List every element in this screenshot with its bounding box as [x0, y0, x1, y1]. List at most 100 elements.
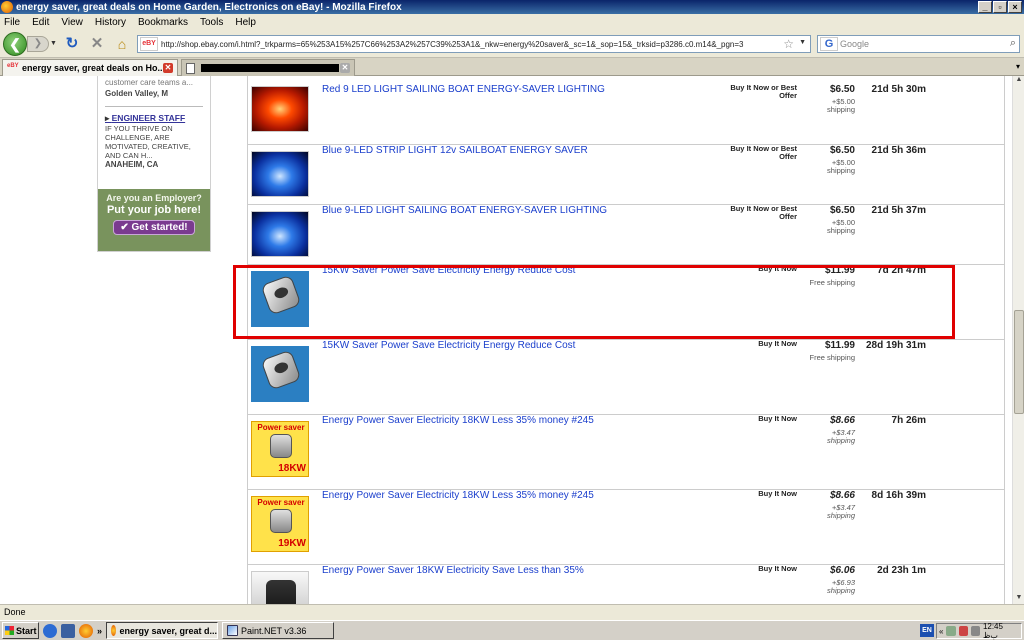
tab-label: energy saver, great deals on Ho...	[22, 63, 166, 73]
tab-ebay[interactable]: eBY energy saver, great deals on Ho... ✕	[2, 59, 178, 76]
listing-price: $6.50	[829, 84, 855, 95]
job-link[interactable]: ENGINEER STAFF	[98, 113, 210, 124]
tab-list-icon[interactable]: ▾	[1016, 62, 1020, 71]
page-icon	[186, 62, 195, 74]
listing-row[interactable]: Power saver 19KW Energy Power Saver Electr…	[247, 489, 1004, 564]
tab-strip: eBY energy saver, great deals on Ho... ✕…	[0, 58, 1024, 76]
search-icon[interactable]: ⌕	[1010, 37, 1016, 50]
listing-thumbnail[interactable]	[251, 346, 309, 402]
thumb-caption: Power saver	[257, 498, 305, 507]
paintnet-icon	[227, 625, 239, 636]
listing-thumbnail[interactable]: Power saver 18KW	[251, 421, 309, 477]
close-button[interactable]: ×	[1008, 1, 1022, 13]
listing-title[interactable]: Red 9 LED LIGHT SAILING BOAT ENERGY-SAVE…	[322, 84, 702, 95]
language-indicator[interactable]: EN	[920, 624, 934, 637]
listing-row[interactable]: 15KW Saver Power Save Electricity Energy…	[247, 339, 1004, 414]
tab-redacted[interactable]: ✕	[181, 59, 355, 76]
status-bar: Done	[0, 604, 1024, 620]
menu-history[interactable]: History	[95, 17, 126, 28]
url-bar[interactable]: eBY http://shop.ebay.com/i.html?_trkparm…	[137, 35, 811, 53]
vertical-scrollbar[interactable]: ▲ ▼	[1012, 76, 1024, 604]
url-text[interactable]: http://shop.ebay.com/i.html?_trkparms=65…	[161, 40, 781, 49]
scrollbar-thumb[interactable]	[1014, 310, 1024, 414]
listing-title[interactable]: Energy Power Saver 18KW Electricity Save…	[322, 565, 702, 576]
menu-tools[interactable]: Tools	[200, 17, 223, 28]
bookmark-star-icon[interactable]: ☆	[783, 37, 794, 51]
history-dropdown-icon[interactable]: ▼	[50, 40, 58, 48]
url-dropdown-icon[interactable]: ▼	[799, 39, 806, 46]
reload-icon[interactable]: ↻	[64, 36, 80, 52]
search-input[interactable]: Google	[840, 39, 869, 49]
listing-price: $6.06	[829, 565, 855, 576]
volume-icon[interactable]	[970, 626, 980, 636]
power-saver-device-icon	[270, 434, 292, 458]
employer-headline: Put your job here!	[106, 204, 202, 216]
window-titlebar: energy saver, great deals on Home Garden…	[0, 0, 1024, 14]
listing-format: Buy It Now	[758, 339, 797, 348]
redacted-tab-label	[201, 64, 339, 72]
tray-expand-icon[interactable]: «	[939, 627, 943, 636]
start-button[interactable]: Start	[2, 622, 39, 639]
employer-ad[interactable]: Are you an Employer? Put your job here! …	[98, 189, 210, 251]
jobs-sidebar: customer care teams a... Golden Valley, …	[97, 76, 211, 252]
network-icon[interactable]	[946, 626, 956, 636]
back-button[interactable]: ❮	[3, 32, 27, 56]
listing-title[interactable]: Blue 9-LED LIGHT SAILING BOAT ENERGY-SAV…	[322, 205, 702, 216]
site-identity-icon[interactable]: eBY	[140, 37, 158, 51]
forward-button[interactable]: ❯	[27, 36, 49, 52]
window-title: energy saver, great deals on Home Garden…	[16, 1, 402, 13]
listing-thumbnail[interactable]: Power saver 19KW	[251, 496, 309, 552]
listing-title[interactable]: 15KW Saver Power Save Electricity Energy…	[322, 340, 702, 351]
divider	[105, 106, 203, 107]
search-engine-icon[interactable]: G	[820, 37, 838, 51]
listing-row[interactable]: Energy Power Saver 18KW Electricity Save…	[247, 564, 1004, 604]
firefox-icon	[1, 1, 13, 13]
listing-title[interactable]: Energy Power Saver Electricity 18KW Less…	[322, 490, 702, 501]
listing-title[interactable]: Blue 9-LED STRIP LIGHT 12v SAILBOAT ENER…	[322, 145, 702, 156]
listing-row[interactable]: Red 9 LED LIGHT SAILING BOAT ENERGY-SAVE…	[247, 84, 1004, 144]
listing-row[interactable]: Blue 9-LED LIGHT SAILING BOAT ENERGY-SAV…	[247, 204, 1004, 264]
get-started-button[interactable]: ✔ Get started!	[113, 220, 195, 235]
taskbar-firefox[interactable]: energy saver, great d...	[106, 622, 219, 639]
clock[interactable]: 12:45 ﺏﻅ	[983, 622, 1021, 640]
listing-thumbnail[interactable]	[251, 86, 309, 132]
windows-taskbar: Start » energy saver, great d... Paint.N…	[0, 620, 1024, 640]
listing-row[interactable]: Blue 9-LED STRIP LIGHT 12v SAILBOAT ENER…	[247, 144, 1004, 204]
stop-icon[interactable]: ✕	[89, 36, 105, 52]
minimize-button[interactable]: _	[978, 1, 992, 13]
firefox-quicklaunch-icon[interactable]	[79, 623, 93, 638]
quicklaunch-chevron-icon[interactable]: »	[97, 626, 102, 636]
listing-row[interactable]: Power saver 18KW Energy Power Saver Electr…	[247, 414, 1004, 489]
listing-thumbnail[interactable]	[251, 151, 309, 197]
menu-help[interactable]: Help	[235, 17, 256, 28]
menu-file[interactable]: File	[4, 17, 20, 28]
listing-shipping: +$3.47 shipping	[827, 428, 855, 445]
status-text: Done	[4, 607, 26, 617]
home-icon[interactable]: ⌂	[113, 36, 131, 52]
navigation-toolbar: ❮ ❯ ▼ ↻ ✕ ⌂ eBY http://shop.ebay.com/i.h…	[0, 30, 1024, 58]
listing-time-left: 2d 23h 1m	[877, 565, 926, 576]
maximize-button[interactable]: ▫	[993, 1, 1007, 13]
menu-edit[interactable]: Edit	[32, 17, 49, 28]
search-bar[interactable]: G Google ⌕	[817, 35, 1020, 53]
security-icon[interactable]	[958, 626, 968, 636]
window-controls: _ ▫ ×	[978, 1, 1022, 13]
listing-thumbnail[interactable]	[251, 571, 309, 604]
listing-time-left: 21d 5h 30m	[871, 84, 926, 95]
scroll-up-icon[interactable]: ▲	[1014, 76, 1024, 86]
power-saver-device-icon	[260, 349, 302, 391]
desktop-quicklaunch-icon[interactable]	[61, 623, 75, 638]
listing-title[interactable]: Energy Power Saver Electricity 18KW Less…	[322, 415, 702, 426]
menu-bookmarks[interactable]: Bookmarks	[138, 17, 188, 28]
listing-time-left: 21d 5h 37m	[871, 205, 926, 216]
listing-time-left: 21d 5h 36m	[871, 145, 926, 156]
tab-close-icon[interactable]: ✕	[340, 63, 350, 73]
ie-quicklaunch-icon[interactable]	[43, 623, 57, 638]
tab-close-icon[interactable]: ✕	[163, 63, 173, 73]
listing-shipping: +$5.00 shipping	[827, 158, 855, 175]
job-snippet: customer care teams a...	[105, 78, 194, 87]
menu-view[interactable]: View	[61, 17, 83, 28]
listing-thumbnail[interactable]	[251, 211, 309, 257]
taskbar-paintnet[interactable]: Paint.NET v3.36	[222, 622, 335, 639]
scroll-down-icon[interactable]: ▼	[1014, 594, 1024, 604]
